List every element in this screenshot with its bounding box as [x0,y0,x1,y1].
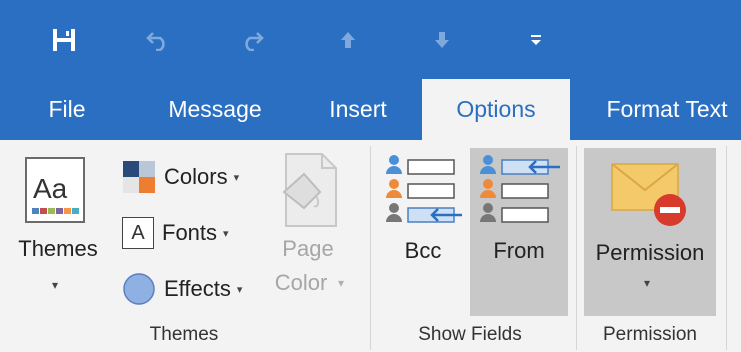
next-item-button[interactable] [422,22,462,58]
themes-button[interactable]: Aa Themes ▾ [10,150,106,310]
page-color-dropdown-caret: ▾ [338,276,345,290]
previous-item-button[interactable] [328,22,368,58]
colors-dropdown-caret: ▾ [233,171,240,184]
bcc-label: Bcc [404,238,442,263]
fonts-button[interactable]: A Fonts ▾ [122,213,229,253]
permission-dropdown-caret: ▾ [644,276,651,290]
from-fields-icon [480,155,560,223]
permission-label: Permission [595,240,705,265]
save-button[interactable] [44,22,84,58]
effects-label: Effects [164,276,231,301]
page-color-label-line1: Page [282,236,334,261]
customize-quick-access-icon [531,35,541,45]
tab-format-text[interactable]: Format Text [592,79,741,140]
fonts-dropdown-caret: ▾ [223,227,229,240]
colors-button[interactable]: Colors ▾ [122,157,239,197]
themes-group-label: Themes [149,324,219,345]
tab-insert[interactable]: Insert [316,79,400,140]
tab-message[interactable]: Message [150,79,280,140]
themes-label: Themes [18,236,98,261]
show-fields-group-label: Show Fields [418,324,522,345]
theme-effects-icon [123,273,155,305]
undo-icon [146,32,165,51]
undo-button[interactable] [138,22,178,58]
effects-dropdown-caret: ▾ [236,283,243,296]
theme-colors-icon [123,161,155,193]
page-color-button[interactable]: Page Color ▾ [262,150,354,310]
theme-fonts-icon: A [122,217,154,249]
previous-item-icon [341,32,355,48]
effects-button[interactable]: Effects ▾ [122,269,242,309]
fonts-label: Fonts [162,220,218,245]
title-bar [0,0,741,79]
page-color-icon [282,153,337,227]
customize-quick-access-button[interactable] [516,22,556,58]
themes-icon: Aa [25,157,85,223]
colors-label: Colors [164,164,228,189]
fonts-glyph: A [131,221,145,244]
from-label: From [493,238,545,263]
group-separator [370,146,371,350]
from-button[interactable]: From [470,148,568,316]
permission-group-label: Permission [603,324,697,345]
svg-text:Aa: Aa [33,173,68,204]
themes-dropdown-caret: ▾ [52,278,59,292]
next-item-icon [435,32,449,48]
group-separator [576,146,577,350]
redo-button[interactable] [232,22,272,58]
page-color-label-line2: Color [274,270,328,295]
bcc-fields-icon [386,155,462,223]
tab-options[interactable]: Options [422,79,570,140]
group-separator [726,146,727,350]
save-icon [53,29,75,51]
redo-icon [245,32,264,51]
tab-file[interactable]: File [30,79,104,140]
bcc-button[interactable]: Bcc [378,148,468,316]
permission-icon [611,163,686,226]
permission-button[interactable]: Permission ▾ [584,148,716,316]
